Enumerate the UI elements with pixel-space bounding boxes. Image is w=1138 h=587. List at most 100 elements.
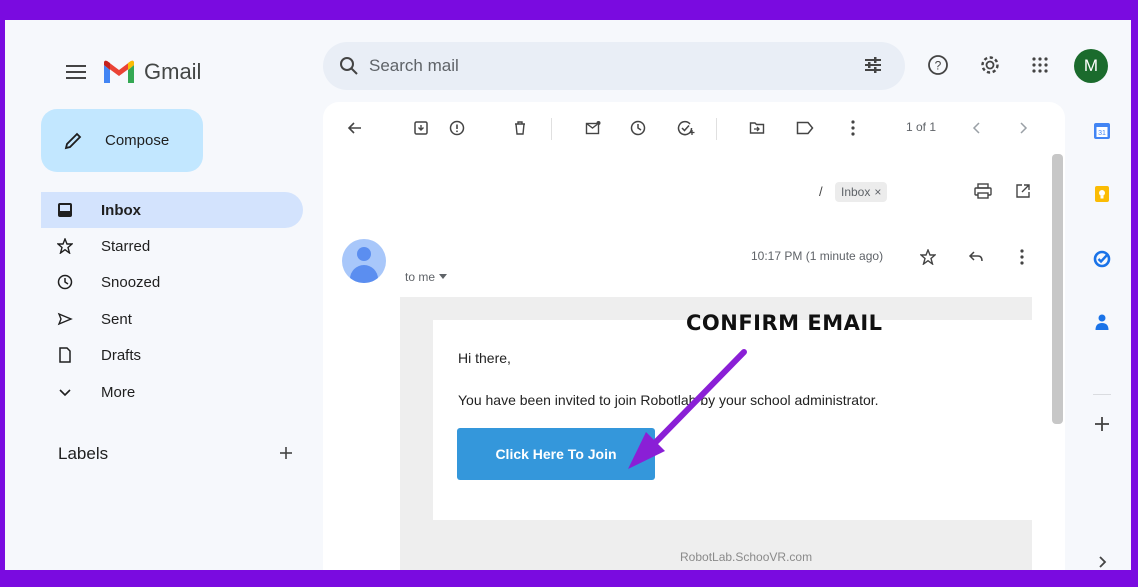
- reply-icon: [968, 251, 983, 262]
- remove-label-icon[interactable]: ×: [874, 185, 881, 199]
- contacts-icon: [1095, 314, 1109, 330]
- gmail-m-icon: [104, 60, 134, 83]
- gmail-window: Gmail ? M Compose Inbox Starred Snoozed: [5, 20, 1131, 570]
- mail-unread-icon: [585, 121, 601, 135]
- settings-button[interactable]: [974, 49, 1006, 81]
- chevron-right-icon: [1020, 122, 1028, 134]
- help-icon: ?: [928, 55, 948, 75]
- toolbar-divider: [716, 118, 717, 140]
- delete-button[interactable]: [508, 116, 532, 140]
- open-in-new-icon: [1016, 184, 1030, 198]
- confirm-email-annotation: CONFIRM EMAIL: [686, 311, 883, 335]
- archive-icon: [414, 121, 428, 135]
- gmail-logo[interactable]: Gmail: [102, 54, 201, 90]
- app-name: Gmail: [144, 59, 202, 84]
- more-vert-icon: [851, 120, 855, 136]
- calendar-button[interactable]: 31: [1090, 119, 1114, 143]
- arrow-left-icon: [347, 122, 361, 134]
- tune-icon: [865, 57, 881, 73]
- inbox-icon: [58, 203, 72, 217]
- label-icon: [796, 121, 814, 135]
- trash-icon: [515, 121, 525, 135]
- support-button[interactable]: ?: [922, 49, 954, 81]
- subject-text: /: [819, 184, 823, 199]
- sidebar-item-snoozed[interactable]: Snoozed: [41, 264, 303, 300]
- back-button[interactable]: [343, 116, 367, 140]
- chevron-down-icon: [59, 389, 71, 397]
- toolbar-divider: [551, 118, 552, 140]
- older-button[interactable]: [1011, 116, 1035, 140]
- inbox-label-chip[interactable]: Inbox ×: [835, 182, 888, 202]
- get-addons-button[interactable]: [1090, 412, 1114, 436]
- chip-label: Inbox: [841, 185, 871, 199]
- scrollbar[interactable]: [1052, 154, 1063, 424]
- folder-move-icon: [749, 122, 765, 134]
- sidebar-item-sent[interactable]: Sent: [41, 301, 303, 337]
- star-button[interactable]: [917, 246, 939, 268]
- clock-icon: [630, 120, 646, 136]
- rail-divider: [1093, 394, 1111, 395]
- report-icon: [449, 120, 465, 136]
- more-options-button[interactable]: [841, 116, 865, 140]
- search-icon: [340, 57, 358, 75]
- plus-icon: [1095, 417, 1109, 431]
- keep-icon: [1095, 186, 1109, 202]
- expand-side-panel-button[interactable]: [1090, 550, 1114, 570]
- email-card: [433, 320, 1033, 520]
- message-more-button[interactable]: [1011, 246, 1033, 268]
- svg-text:?: ?: [935, 59, 942, 73]
- snooze-button[interactable]: [626, 116, 650, 140]
- sidebar-item-inbox[interactable]: Inbox: [41, 192, 303, 228]
- sender-avatar[interactable]: [342, 239, 386, 283]
- search-bar[interactable]: [323, 42, 905, 90]
- sidebar-item-label: Snoozed: [101, 273, 161, 291]
- more-vert-icon: [1020, 249, 1024, 265]
- apps-button[interactable]: [1024, 49, 1056, 81]
- pencil-icon: [64, 132, 82, 149]
- person-icon: [357, 247, 371, 261]
- main-menu-button[interactable]: [58, 54, 94, 90]
- sidebar-item-label: Inbox: [101, 201, 141, 219]
- account-avatar[interactable]: M: [1074, 49, 1108, 83]
- contacts-button[interactable]: [1090, 310, 1114, 334]
- add-task-button[interactable]: [674, 116, 698, 140]
- hamburger-icon: [66, 65, 86, 79]
- chevron-left-icon: [972, 122, 980, 134]
- keep-button[interactable]: [1090, 182, 1114, 206]
- print-icon: [974, 183, 992, 199]
- sidebar-item-label: Drafts: [101, 346, 142, 364]
- email-greeting: Hi there,: [458, 350, 511, 366]
- compose-label: Compose: [105, 132, 170, 149]
- email-footer: RobotLab.SchooVR.com: [680, 550, 813, 564]
- email-invite-text: You have been invited to join Robotlab b…: [458, 392, 879, 408]
- move-to-button[interactable]: [745, 116, 769, 140]
- open-new-window-button[interactable]: [1011, 179, 1035, 203]
- search-options-button[interactable]: [863, 55, 883, 80]
- report-spam-button[interactable]: [445, 116, 469, 140]
- caret-down-icon: [439, 274, 448, 279]
- sidebar-item-label: Starred: [101, 237, 151, 255]
- tasks-button[interactable]: [1090, 247, 1114, 271]
- tasks-icon: [1093, 250, 1111, 268]
- task-add-icon: [677, 120, 695, 136]
- print-button[interactable]: [971, 179, 995, 203]
- recipient-details[interactable]: to me: [405, 270, 448, 284]
- message-panel: 1 of 1 / Inbox × to me 10:17 PM (1 minut…: [323, 102, 1065, 570]
- archive-button[interactable]: [409, 116, 433, 140]
- sidebar-item-more[interactable]: More: [41, 374, 303, 410]
- sidebar-item-starred[interactable]: Starred: [41, 228, 303, 264]
- reply-button[interactable]: [965, 246, 987, 268]
- create-label-button[interactable]: [273, 440, 299, 466]
- calendar-icon: 31: [1094, 123, 1110, 139]
- compose-button[interactable]: Compose: [41, 109, 203, 172]
- newer-button[interactable]: [965, 116, 989, 140]
- apps-grid-icon: [1032, 57, 1048, 73]
- search-input[interactable]: [369, 56, 829, 76]
- sidebar-item-drafts[interactable]: Drafts: [41, 337, 303, 373]
- pagination-count: 1 of 1: [906, 120, 937, 134]
- mark-unread-button[interactable]: [581, 116, 605, 140]
- message-time: 10:17 PM (1 minute ago): [751, 249, 884, 263]
- chevron-right-icon: [1099, 556, 1107, 568]
- join-button[interactable]: Click Here To Join: [457, 428, 655, 480]
- labels-button[interactable]: [793, 116, 817, 140]
